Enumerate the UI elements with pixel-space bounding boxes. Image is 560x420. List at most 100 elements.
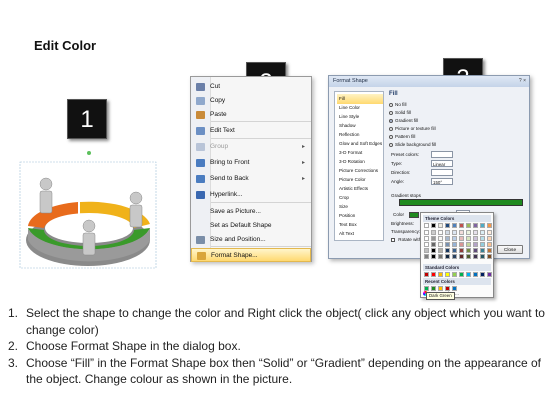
theme-color-swatch[interactable]	[466, 223, 471, 228]
theme-color-swatch[interactable]	[473, 223, 478, 228]
fill-option-no-fill[interactable]: No fill	[389, 101, 407, 109]
context-menu[interactable]: Cut Copy Paste Edit Text Group ▸ Bring to Fron…	[190, 76, 312, 262]
theme-shade-swatch[interactable]	[445, 254, 450, 259]
fill-option-pattern-fill[interactable]: Pattern fill	[389, 133, 415, 141]
field-dropdown[interactable]	[431, 151, 453, 158]
menu-item-save-as-picture[interactable]: Save as Picture...	[191, 205, 311, 219]
theme-tint-swatch[interactable]	[452, 236, 457, 241]
menu-item-edit-text[interactable]: Edit Text	[191, 124, 311, 138]
standard-color-swatch[interactable]	[445, 272, 450, 277]
theme-color-swatch[interactable]	[480, 223, 485, 228]
standard-color-swatch[interactable]	[487, 272, 492, 277]
radio-button[interactable]	[389, 126, 393, 131]
fill-option-gradient-fill[interactable]: Gradient fill	[389, 117, 418, 125]
theme-shade-swatch[interactable]	[473, 248, 478, 253]
theme-shade-swatch[interactable]	[480, 248, 485, 253]
menu-item-cut[interactable]: Cut	[191, 80, 311, 94]
menu-item-copy[interactable]: Copy	[191, 94, 311, 108]
theme-tint-swatch[interactable]	[466, 236, 471, 241]
theme-shade-swatch[interactable]	[452, 248, 457, 253]
theme-tint-swatch[interactable]	[487, 230, 492, 235]
theme-color-swatch[interactable]	[459, 223, 464, 228]
theme-tint-swatch[interactable]	[438, 230, 443, 235]
theme-tint-swatch[interactable]	[473, 242, 478, 247]
theme-tint-swatch[interactable]	[466, 230, 471, 235]
standard-color-swatch[interactable]	[459, 272, 464, 277]
menu-item-size-and-position[interactable]: Size and Position...	[191, 233, 311, 247]
theme-color-swatch[interactable]	[445, 223, 450, 228]
theme-tint-swatch[interactable]	[452, 230, 457, 235]
nav-item-alt-text[interactable]: Alt Text	[337, 229, 383, 239]
field-dropdown[interactable]: Linear	[431, 160, 453, 167]
theme-tint-swatch[interactable]	[438, 242, 443, 247]
theme-tint-swatch[interactable]	[459, 242, 464, 247]
radio-button[interactable]	[389, 102, 393, 107]
standard-color-swatch[interactable]	[466, 272, 471, 277]
close-button[interactable]: Close	[497, 245, 523, 254]
ring-diagram[interactable]	[16, 148, 162, 282]
theme-color-swatch[interactable]	[452, 223, 457, 228]
theme-shade-swatch[interactable]	[480, 254, 485, 259]
theme-tint-swatch[interactable]	[466, 242, 471, 247]
theme-shade-swatch[interactable]	[452, 254, 457, 259]
radio-button[interactable]	[389, 118, 393, 123]
theme-shade-swatch[interactable]	[424, 248, 429, 253]
theme-shade-swatch[interactable]	[487, 254, 492, 259]
theme-tint-swatch[interactable]	[473, 230, 478, 235]
theme-tint-swatch[interactable]	[480, 230, 485, 235]
theme-tint-swatch[interactable]	[424, 230, 429, 235]
theme-tint-swatch[interactable]	[445, 242, 450, 247]
gradient-stops-bar[interactable]	[399, 199, 523, 206]
theme-tint-swatch[interactable]	[445, 230, 450, 235]
fill-option-picture-or-texture-fill[interactable]: Picture or texture fill	[389, 125, 436, 133]
theme-shade-swatch[interactable]	[459, 254, 464, 259]
field-dropdown[interactable]: 150°	[431, 178, 453, 185]
theme-tint-swatch[interactable]	[452, 242, 457, 247]
theme-tint-swatch[interactable]	[473, 236, 478, 241]
theme-shade-swatch[interactable]	[431, 254, 436, 259]
theme-color-swatch[interactable]	[431, 223, 436, 228]
theme-color-swatch[interactable]	[487, 223, 492, 228]
theme-tint-swatch[interactable]	[431, 230, 436, 235]
menu-item-set-as-default-shape[interactable]: Set as Default Shape	[191, 219, 311, 233]
standard-color-swatch[interactable]	[424, 272, 429, 277]
menu-item-send-to-back[interactable]: Send to Back ▸	[191, 172, 311, 186]
theme-shade-swatch[interactable]	[445, 248, 450, 253]
menu-item-bring-to-front[interactable]: Bring to Front ▸	[191, 156, 311, 170]
menu-item-group[interactable]: Group ▸	[191, 140, 311, 154]
menu-item-paste[interactable]: Paste	[191, 108, 311, 122]
field-dropdown[interactable]	[431, 169, 453, 176]
fill-option-slide-background-fill[interactable]: Slide background fill	[389, 141, 436, 149]
radio-button[interactable]	[389, 110, 393, 115]
theme-shade-swatch[interactable]	[438, 248, 443, 253]
menu-item-format-shape[interactable]: Format Shape...	[191, 248, 311, 262]
theme-tint-swatch[interactable]	[480, 242, 485, 247]
standard-color-swatch[interactable]	[438, 272, 443, 277]
theme-tint-swatch[interactable]	[424, 236, 429, 241]
theme-shade-swatch[interactable]	[459, 248, 464, 253]
theme-tint-swatch[interactable]	[431, 242, 436, 247]
theme-tint-swatch[interactable]	[438, 236, 443, 241]
theme-shade-swatch[interactable]	[466, 248, 471, 253]
theme-tint-swatch[interactable]	[459, 236, 464, 241]
radio-button[interactable]	[389, 142, 393, 147]
theme-color-swatch[interactable]	[424, 223, 429, 228]
theme-shade-swatch[interactable]	[431, 248, 436, 253]
theme-shade-swatch[interactable]	[438, 254, 443, 259]
standard-color-swatch[interactable]	[452, 272, 457, 277]
standard-color-swatch[interactable]	[431, 272, 436, 277]
theme-tint-swatch[interactable]	[424, 242, 429, 247]
standard-color-swatch[interactable]	[480, 272, 485, 277]
theme-tint-swatch[interactable]	[445, 236, 450, 241]
theme-tint-swatch[interactable]	[480, 236, 485, 241]
theme-shade-swatch[interactable]	[473, 254, 478, 259]
rotate-handle[interactable]	[87, 151, 91, 155]
theme-shade-swatch[interactable]	[424, 254, 429, 259]
fill-option-solid-fill[interactable]: Solid fill	[389, 109, 411, 117]
theme-tint-swatch[interactable]	[459, 230, 464, 235]
radio-button[interactable]	[389, 134, 393, 139]
theme-tint-swatch[interactable]	[487, 242, 492, 247]
theme-tint-swatch[interactable]	[487, 236, 492, 241]
standard-color-swatch[interactable]	[473, 272, 478, 277]
theme-color-swatch[interactable]	[438, 223, 443, 228]
